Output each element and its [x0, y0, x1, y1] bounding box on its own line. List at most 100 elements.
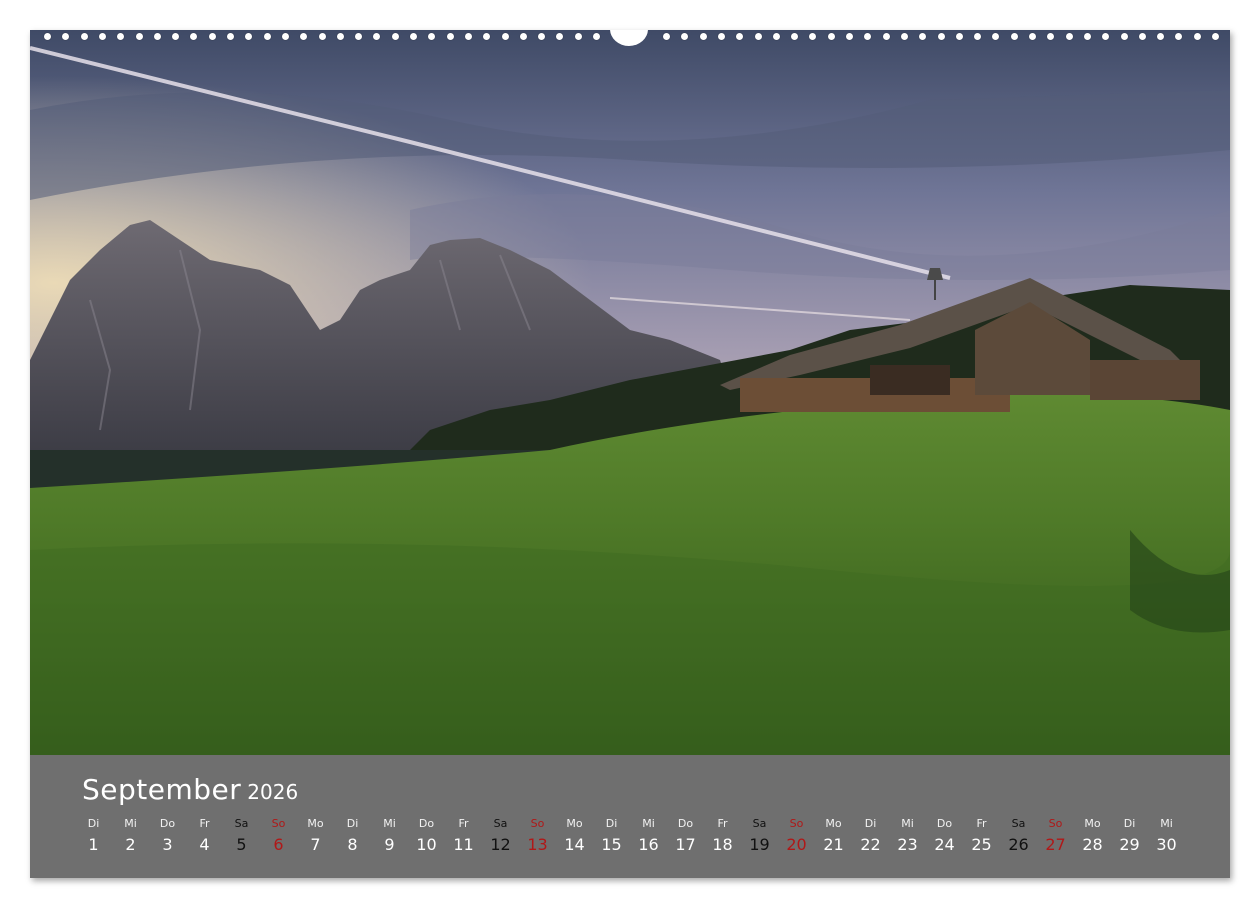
binding-hole: [974, 33, 982, 40]
day-number: 10: [416, 835, 437, 854]
weekday-label: Di: [1123, 817, 1136, 830]
binding-hole: [336, 33, 344, 40]
day-number: 22: [860, 835, 881, 854]
binding-hole: [1120, 33, 1128, 40]
day-number: 18: [712, 835, 733, 854]
binding-hole: [736, 33, 744, 40]
binding-hole: [153, 33, 161, 40]
day-number: 11: [453, 835, 474, 854]
binding-hole: [501, 33, 509, 40]
day-number: 16: [638, 835, 659, 854]
day-number: 15: [601, 835, 622, 854]
day-number: 20: [786, 835, 807, 854]
binding-hole: [300, 33, 308, 40]
weekday-label: Fr: [199, 817, 210, 830]
binding-hole: [464, 33, 472, 40]
binding-hole: [135, 33, 143, 40]
weekday-label: Sa: [234, 817, 249, 830]
binding-hole: [955, 33, 963, 40]
weekday-label: Fr: [717, 817, 728, 830]
binding-hole: [446, 33, 454, 40]
weekday-label: Do: [677, 817, 694, 830]
weekday-label: Mi: [383, 817, 396, 830]
binding-hole: [900, 33, 908, 40]
day-number: 21: [823, 835, 844, 854]
binding-hole: [355, 33, 363, 40]
weekday-label: Mo: [566, 817, 583, 830]
day-number: 2: [125, 835, 136, 854]
binding-hole: [208, 33, 216, 40]
day-number: 17: [675, 835, 696, 854]
weekday-label: Mi: [642, 817, 655, 830]
binding-hole: [754, 33, 762, 40]
binding-hole: [919, 33, 927, 40]
day-number: 30: [1156, 835, 1177, 854]
binding-hole: [791, 33, 799, 40]
binding-hole: [117, 33, 125, 40]
weekday-label: Mi: [1160, 817, 1173, 830]
weekday-label: Do: [418, 817, 435, 830]
binding-hole: [1193, 33, 1201, 40]
binding-hole: [1083, 33, 1091, 40]
binding-hole: [1010, 33, 1018, 40]
binding-hole: [1157, 33, 1165, 40]
calendar-page: September 2026 Di 1 Mi 2 Do 3 Fr 4 Sa 5 So 6 Mo 7 Di 8 Mi…: [30, 30, 1230, 878]
binding-hole: [80, 33, 88, 40]
weekday-label: So: [1048, 817, 1063, 830]
weekday-label: Mo: [1084, 817, 1101, 830]
binding-hole: [992, 33, 1000, 40]
weekday-label: Mi: [124, 817, 137, 830]
weekday-label: So: [271, 817, 286, 830]
binding-hole: [519, 33, 527, 40]
binding-hole: [864, 33, 872, 40]
day-number: 8: [347, 835, 358, 854]
binding-hole: [593, 33, 600, 40]
year: 2026: [247, 780, 299, 804]
weekday-label: So: [530, 817, 545, 830]
day-number: 13: [527, 835, 548, 854]
binding-hole: [846, 33, 853, 40]
binding-hole: [1047, 33, 1055, 40]
binding-hole: [809, 33, 817, 40]
spiral-binding: [30, 30, 1230, 46]
calendar-strip: September 2026 Di 1 Mi 2 Do 3 Fr 4 Sa 5 So 6 Mo 7 Di 8 Mi…: [30, 755, 1230, 878]
day-number: 5: [236, 835, 247, 854]
day-number: 14: [564, 835, 585, 854]
binding-hole: [227, 33, 234, 40]
weekday-label: So: [789, 817, 804, 830]
binding-hole: [98, 33, 106, 40]
binding-hole: [1212, 33, 1219, 40]
day-grid: Di 1 Mi 2 Do 3 Fr 4 Sa 5 So 6 Mo 7 Di 8 Mi 9 Do 10 Fr 11 Sa 12 S…: [75, 817, 1195, 867]
binding-hole: [391, 33, 399, 40]
day-number: 26: [1008, 835, 1029, 854]
binding-hole: [44, 33, 51, 40]
binding-hole: [1138, 33, 1146, 40]
binding-hole: [1175, 33, 1183, 40]
weekday-label: Di: [864, 817, 877, 830]
landscape-photo: [30, 30, 1230, 755]
weekday-label: Do: [936, 817, 953, 830]
weekday-label: Sa: [1011, 817, 1026, 830]
month-name: September: [82, 773, 242, 806]
binding-hole: [281, 33, 289, 40]
binding-hole: [263, 33, 271, 40]
weekday-label: Mo: [307, 817, 324, 830]
binding-hole: [556, 33, 564, 40]
weekday-label: Fr: [976, 817, 987, 830]
binding-hole: [827, 33, 835, 40]
weekday-label: Mi: [901, 817, 914, 830]
binding-hole: [717, 33, 725, 40]
day-number: 23: [897, 835, 918, 854]
binding-hole: [1065, 33, 1073, 40]
day-number: 7: [310, 835, 321, 854]
binding-hole: [538, 33, 546, 40]
hanger-notch: [610, 30, 648, 46]
binding-hole: [428, 33, 436, 40]
binding-hole: [483, 33, 491, 40]
binding-hole: [699, 33, 707, 40]
day-number: 3: [162, 835, 173, 854]
binding-hole: [574, 33, 582, 40]
weekday-label: Sa: [752, 817, 767, 830]
day-number: 28: [1082, 835, 1103, 854]
weekday-label: Do: [159, 817, 176, 830]
